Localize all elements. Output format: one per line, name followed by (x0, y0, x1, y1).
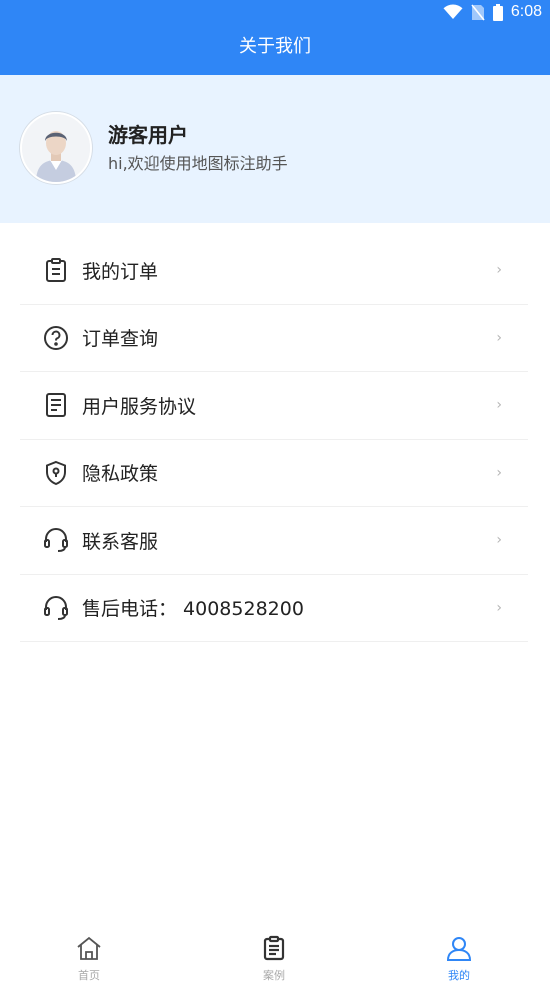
user-icon (446, 937, 472, 961)
chevron-right-icon: › (496, 262, 502, 279)
battery-icon (492, 3, 503, 21)
chevron-right-icon: › (496, 397, 502, 414)
page-title: 关于我们 (239, 36, 311, 57)
user-subtitle: hi,欢迎使用地图标注助手 (108, 154, 288, 173)
menu-item-label: 联系客服 (82, 530, 159, 553)
app-header: 6:08 关于我们 (0, 0, 550, 75)
menu-item-aftersales-phone[interactable]: 售后电话： 4008528200 › (20, 575, 528, 642)
headset-icon (42, 594, 70, 622)
menu-item-my-orders[interactable]: 我的订单 › (20, 237, 528, 305)
profile-card: 游客用户 hi,欢迎使用地图标注助手 (0, 75, 550, 223)
menu-item-order-query[interactable]: 订单查询 › (20, 305, 528, 372)
no-sim-icon (471, 4, 485, 20)
menu-item-label: 我的订单 (82, 260, 159, 283)
tab-label: 案例 (263, 969, 285, 982)
wifi-icon (443, 4, 463, 20)
status-time: 6:08 (510, 3, 542, 20)
avatar[interactable] (20, 112, 92, 184)
tab-label: 首页 (78, 969, 100, 982)
chevron-right-icon: › (496, 532, 502, 549)
tab-cases[interactable]: 案例 (234, 935, 314, 983)
user-name: 游客用户 (108, 123, 188, 147)
headset-icon (42, 526, 70, 554)
shield-icon (42, 459, 70, 487)
menu-item-label: 售后电话： 4008528200 (82, 598, 304, 621)
question-circle-icon (42, 324, 70, 352)
default-avatar-icon (22, 114, 90, 182)
chevron-right-icon: › (496, 464, 502, 481)
tab-home[interactable]: 首页 (49, 935, 129, 983)
chevron-right-icon: › (496, 329, 502, 346)
chevron-right-icon: › (496, 599, 502, 616)
menu-item-label: 隐私政策 (82, 463, 159, 486)
document-icon (42, 391, 70, 419)
tab-label: 我的 (448, 969, 470, 982)
clipboard-icon (263, 935, 285, 961)
bottom-tab-bar: 首页 案例 我的 (0, 925, 550, 985)
status-bar: 6:08 (0, 0, 550, 24)
clipboard-icon (42, 256, 70, 284)
menu-item-label: 用户服务协议 (82, 395, 197, 418)
home-icon (77, 936, 101, 960)
tab-mine[interactable]: 我的 (419, 935, 499, 983)
menu-item-privacy-policy[interactable]: 隐私政策 › (20, 440, 528, 507)
settings-menu: 我的订单 › 订单查询 › 用户服务协议 › 隐私政策 › 联系客服 › 售后电… (20, 237, 528, 642)
menu-item-label: 订单查询 (82, 328, 159, 351)
menu-item-service-agreement[interactable]: 用户服务协议 › (20, 372, 528, 440)
menu-item-contact-support[interactable]: 联系客服 › (20, 507, 528, 575)
